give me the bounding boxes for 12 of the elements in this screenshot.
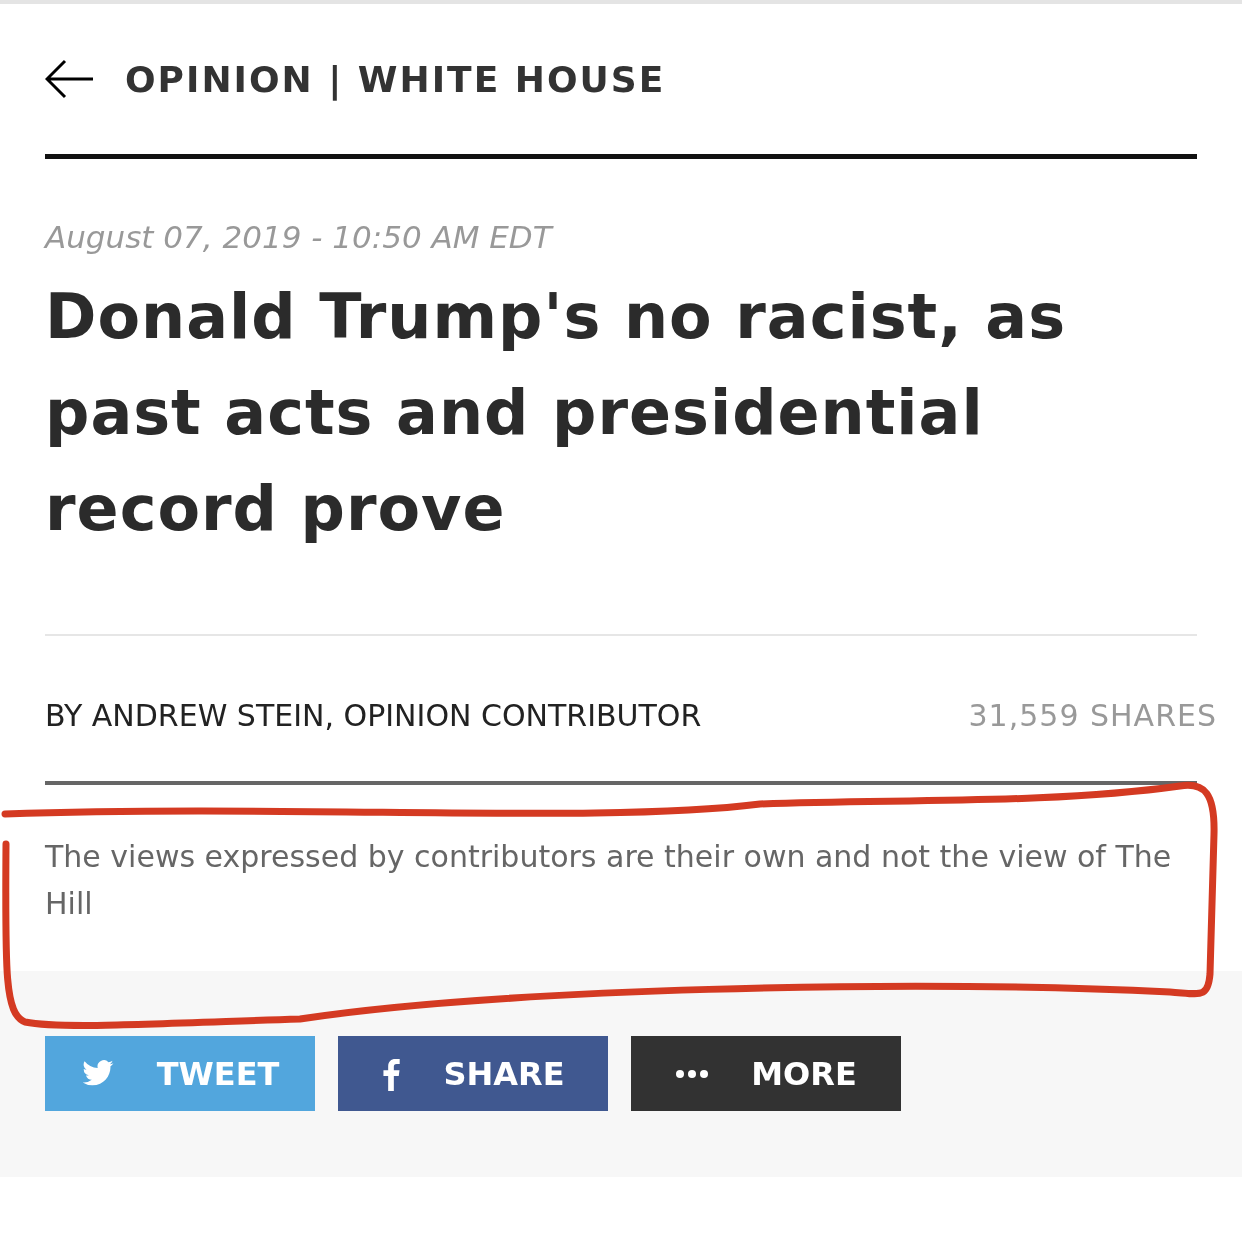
byline: BY ANDREW STEIN, OPINION CONTRIBUTOR [45, 698, 702, 733]
share-button[interactable]: SHARE [338, 1036, 608, 1111]
disclaimer: The views expressed by contributors are their own and not the view of The Hill [45, 838, 1173, 923]
section-label[interactable]: OPINION | WHITE HOUSE [125, 58, 666, 100]
letter-f-icon [381, 1056, 402, 1091]
dateline: August 07, 2019 - 10:50 AM EDT [45, 219, 555, 255]
bird-icon [80, 1059, 115, 1088]
share-count: 31,559 SHARES [968, 698, 1217, 733]
back-arrow-icon[interactable] [45, 59, 95, 99]
share-button[interactable]: MORE [631, 1036, 901, 1111]
headline: Donald Trump's no racist, as past acts and presidential record prove [45, 279, 1068, 547]
dots-icon [675, 1068, 710, 1079]
